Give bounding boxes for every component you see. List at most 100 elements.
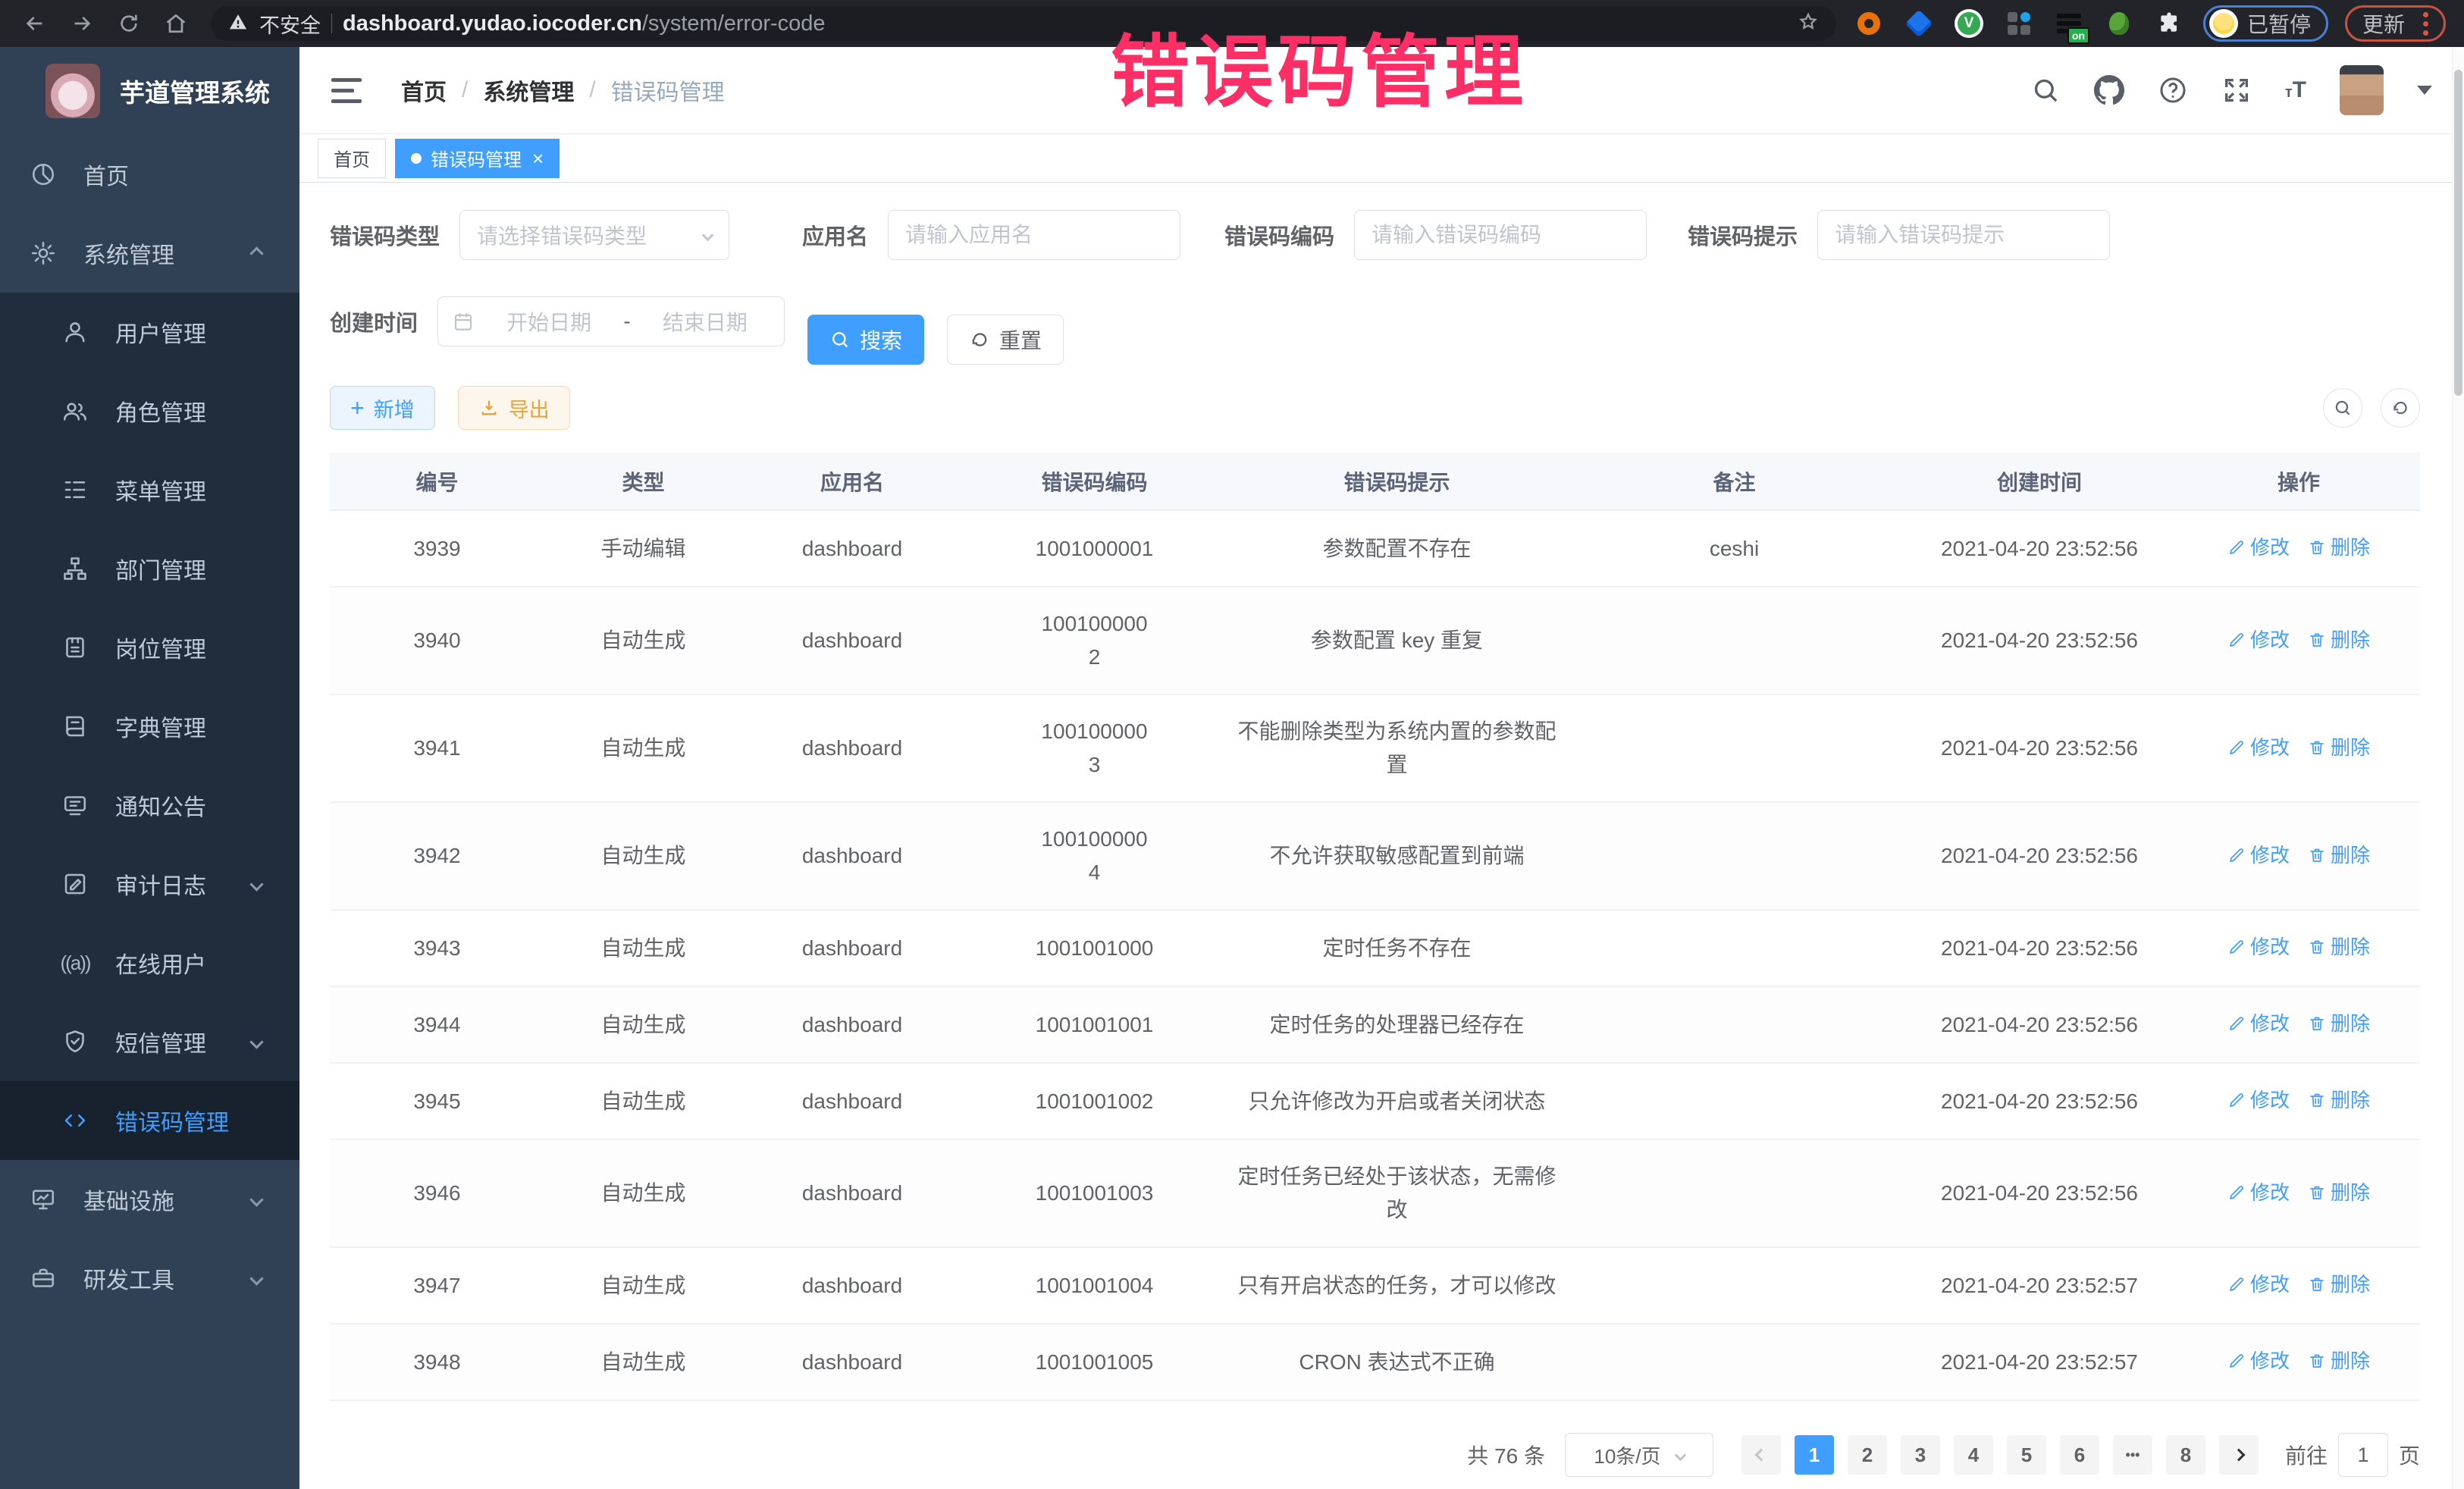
sidebar-item-2[interactable]: 系统管理	[0, 214, 299, 293]
delete-link[interactable]: 删除	[2308, 1176, 2370, 1209]
security-warning-icon[interactable]	[227, 11, 249, 36]
app-name-input[interactable]	[889, 211, 1180, 259]
users-icon	[59, 397, 91, 425]
tab-item[interactable]: 首页	[318, 139, 386, 178]
sidebar-item-4[interactable]: 角色管理	[0, 371, 299, 450]
date-range-picker[interactable]: 开始日期 - 结束日期	[437, 296, 785, 346]
extension-donut-icon[interactable]	[1854, 9, 1883, 38]
user-avatar[interactable]	[2340, 65, 2384, 115]
column-header: 备注	[1567, 453, 1901, 510]
table-refresh-icon[interactable]	[2381, 388, 2420, 428]
delete-link[interactable]: 删除	[2308, 839, 2370, 872]
scrollbar-thumb[interactable]	[2454, 70, 2462, 396]
pager-page-2[interactable]: 2	[1848, 1435, 1887, 1475]
sidebar-item-15[interactable]: 研发工具	[0, 1239, 299, 1318]
extension-list-on-icon[interactable]: on	[2055, 9, 2083, 38]
edit-link[interactable]: 修改	[2227, 623, 2290, 657]
edit-link[interactable]: 修改	[2227, 731, 2290, 764]
sidebar-item-13[interactable]: 错误码管理	[0, 1081, 299, 1160]
search-icon[interactable]	[2030, 75, 2061, 105]
edit-link[interactable]: 修改	[2227, 1083, 2290, 1117]
extension-gem-icon[interactable]	[1904, 9, 1933, 38]
pager-page-6[interactable]: 6	[2060, 1435, 2099, 1475]
tab-active[interactable]: 错误码管理×	[395, 139, 560, 178]
extensions-puzzle-icon[interactable]	[2155, 9, 2183, 38]
delete-link[interactable]: 删除	[2308, 623, 2370, 657]
error-code-input[interactable]	[1355, 211, 1646, 259]
row-actions: 修改删除	[2177, 1139, 2420, 1247]
extension-v-icon[interactable]: V	[1955, 9, 1983, 38]
sidebar-item-12[interactable]: 短信管理	[0, 1002, 299, 1081]
fullscreen-icon[interactable]	[2221, 75, 2252, 105]
edit-link[interactable]: 修改	[2227, 839, 2290, 872]
goto-page-input[interactable]	[2338, 1433, 2388, 1477]
sidebar-item-9[interactable]: 通知公告	[0, 766, 299, 845]
sidebar-item-14[interactable]: 基础设施	[0, 1160, 299, 1239]
page-size-select[interactable]: 10条/页	[1565, 1433, 1713, 1477]
browser-reload-icon[interactable]	[112, 7, 146, 40]
delete-link[interactable]: 删除	[2308, 731, 2370, 764]
extension-plant-icon[interactable]	[2105, 9, 2133, 38]
row-memo	[1567, 1139, 1901, 1247]
sidebar-item-label: 角色管理	[115, 394, 206, 428]
address-bar[interactable]: 不安全 dashboard.yudao.iocoder.cn/system/er…	[211, 6, 1836, 41]
row-time: 2021-04-20 23:52:56	[1901, 694, 2177, 802]
browser-forward-icon[interactable]	[65, 7, 99, 40]
github-icon[interactable]	[2094, 75, 2124, 105]
sidebar-item-6[interactable]: 部门管理	[0, 529, 299, 608]
pager-prev[interactable]	[1741, 1435, 1781, 1475]
pager-page-4[interactable]: 4	[1954, 1435, 1993, 1475]
user-menu-caret-icon[interactable]	[2417, 86, 2432, 95]
delete-link[interactable]: 删除	[2308, 1083, 2370, 1117]
delete-link[interactable]: 删除	[2308, 1344, 2370, 1378]
delete-link[interactable]: 删除	[2308, 1268, 2370, 1301]
sidebar-item-8[interactable]: 字典管理	[0, 687, 299, 766]
tab-close-icon[interactable]: ×	[532, 149, 544, 168]
export-button[interactable]: 导出	[458, 386, 570, 430]
error-type-select[interactable]: 请选择错误码类型	[459, 210, 729, 260]
breadcrumb-item[interactable]: 系统管理	[483, 74, 574, 107]
edit-link[interactable]: 修改	[2227, 1268, 2290, 1301]
pager-page-3[interactable]: 3	[1901, 1435, 1940, 1475]
sidebar-item-5[interactable]: 菜单管理	[0, 450, 299, 529]
sidebar-item-3[interactable]: 用户管理	[0, 293, 299, 371]
breadcrumb: 首页/系统管理/错误码管理	[401, 74, 725, 107]
pager-page-1[interactable]: 1	[1795, 1435, 1834, 1475]
pager-page-5[interactable]: 5	[2007, 1435, 2046, 1475]
browser-menu-kebab-icon[interactable]	[2420, 9, 2431, 39]
browser-profile-paused[interactable]: 已暂停	[2203, 5, 2328, 42]
font-size-icon[interactable]: тT	[2285, 77, 2306, 103]
table-search-toggle-icon[interactable]	[2323, 388, 2362, 428]
add-button[interactable]: + 新增	[330, 386, 435, 430]
delete-link[interactable]: 删除	[2308, 531, 2370, 564]
hamburger-icon[interactable]	[331, 78, 362, 103]
pager-next[interactable]	[2219, 1435, 2259, 1475]
extension-grid-icon[interactable]	[2005, 9, 2033, 38]
search-button[interactable]: 搜索	[807, 315, 924, 365]
delete-link[interactable]: 删除	[2308, 1007, 2370, 1040]
bookmark-star-icon[interactable]	[1797, 11, 1820, 37]
pager-page-8[interactable]: 8	[2166, 1435, 2205, 1475]
edit-link[interactable]: 修改	[2227, 1176, 2290, 1209]
browser-home-icon[interactable]	[159, 7, 193, 40]
error-msg-input[interactable]	[1818, 211, 2109, 259]
edit-link[interactable]: 修改	[2227, 1344, 2290, 1378]
sidebar-item-1[interactable]: 首页	[0, 135, 299, 214]
browser-update-button[interactable]: 更新	[2345, 5, 2446, 42]
sidebar-item-10[interactable]: 审计日志	[0, 845, 299, 923]
sidebar-item-7[interactable]: 岗位管理	[0, 608, 299, 687]
reset-button[interactable]: 重置	[947, 315, 1064, 365]
row-memo	[1567, 694, 1901, 802]
row-code: 1001001003	[962, 1139, 1227, 1247]
breadcrumb-item[interactable]: 首页	[401, 74, 447, 107]
app-logo[interactable]: 芋道管理系统	[0, 47, 299, 135]
edit-link[interactable]: 修改	[2227, 531, 2290, 564]
pager-ellipsis[interactable]: •••	[2113, 1435, 2152, 1475]
browser-back-icon[interactable]	[18, 7, 52, 40]
edit-link[interactable]: 修改	[2227, 930, 2290, 964]
edit-link[interactable]: 修改	[2227, 1007, 2290, 1040]
page-scrollbar[interactable]	[2452, 47, 2464, 1489]
delete-link[interactable]: 删除	[2308, 930, 2370, 964]
sidebar-item-11[interactable]: ((a))在线用户	[0, 923, 299, 1002]
help-icon[interactable]	[2158, 75, 2188, 105]
